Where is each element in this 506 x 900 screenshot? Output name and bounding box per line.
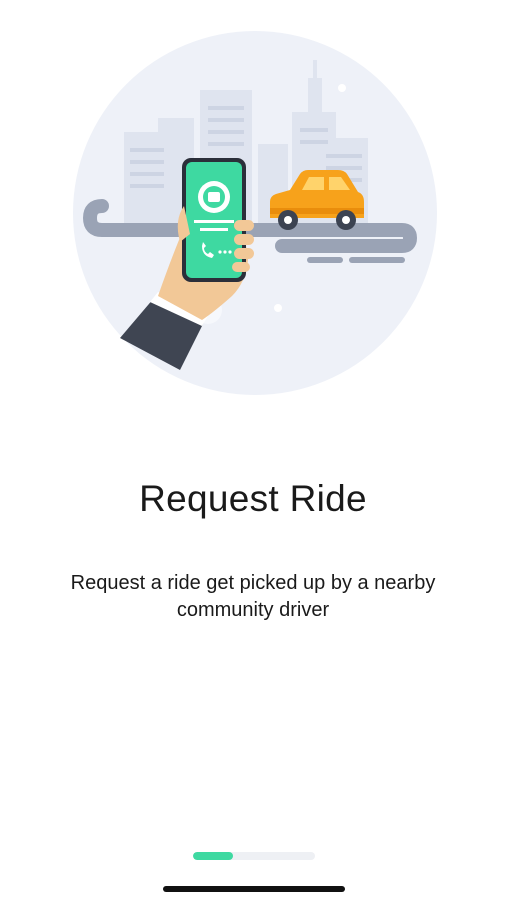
page-description: Request a ride get picked up by a nearby… <box>70 572 436 621</box>
onboarding-screen: Request Ride Request a ride get picked u… <box>0 0 506 900</box>
progress-fill <box>193 852 234 860</box>
home-indicator[interactable] <box>163 886 345 892</box>
onboarding-progress-indicator <box>193 852 315 860</box>
request-ride-illustration <box>73 31 437 395</box>
page-title: Request Ride <box>139 478 367 519</box>
